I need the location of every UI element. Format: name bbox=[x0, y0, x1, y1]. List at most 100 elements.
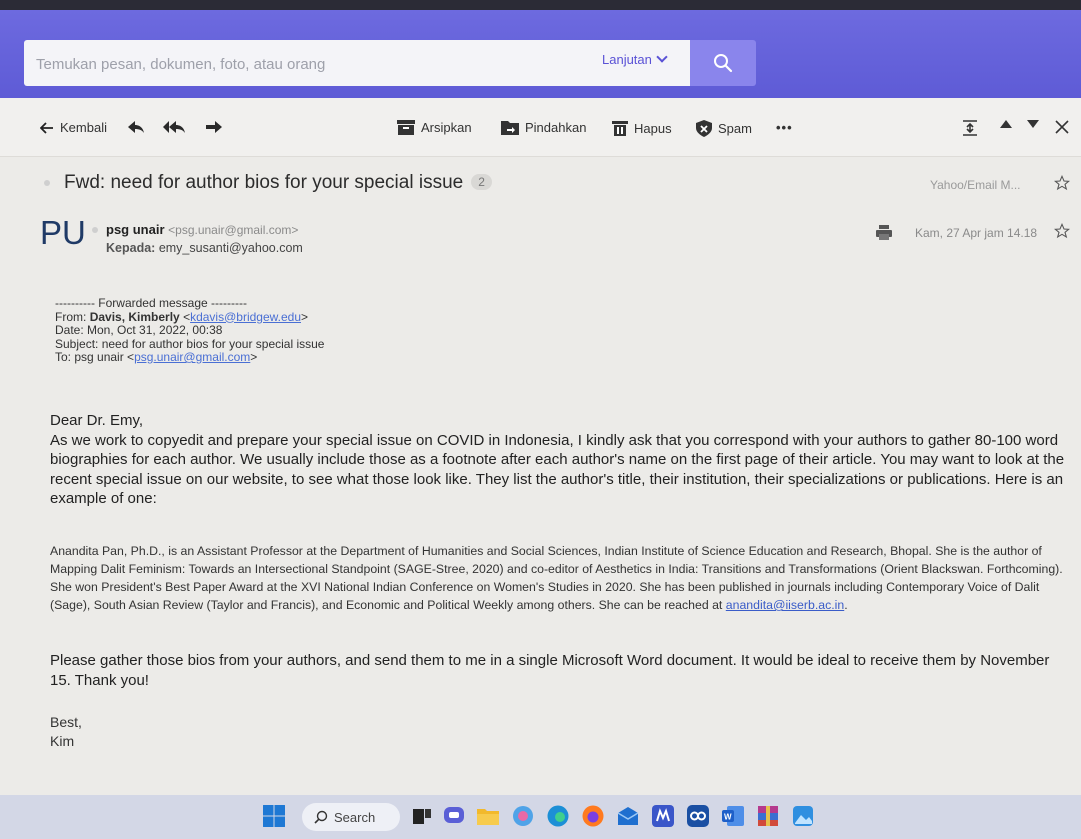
collapse-icon bbox=[963, 120, 977, 136]
thread-count-badge: 2 bbox=[471, 174, 492, 190]
signoff-text: Best, bbox=[50, 714, 82, 730]
reply-button[interactable] bbox=[127, 120, 145, 134]
sender-header: PU psg unair <psg.unair@gmail.com> Kepad… bbox=[0, 210, 1081, 270]
subject-row: Fwd: need for author bios for your speci… bbox=[0, 160, 1081, 204]
back-button[interactable]: Kembali bbox=[40, 120, 107, 135]
print-icon[interactable] bbox=[876, 225, 892, 240]
more-actions-label: ••• bbox=[776, 120, 793, 135]
forwarded-from-name: Davis, Kimberly bbox=[89, 309, 180, 324]
search-icon bbox=[314, 810, 328, 824]
forwarded-to-label: To: psg unair bbox=[55, 350, 124, 364]
greeting: Dear Dr. Emy, bbox=[50, 412, 144, 429]
forwarded-subject-line: Subject: need for author bios for your s… bbox=[55, 336, 325, 351]
body-paragraph: As we work to copyedit and prepare your … bbox=[50, 431, 1065, 508]
message-body: Dear Dr. Emy, As we work to copyedit and… bbox=[50, 411, 1065, 509]
forwarded-from-label: From: bbox=[55, 309, 87, 324]
delete-button[interactable]: Hapus bbox=[612, 120, 672, 136]
search-box: Lanjutan bbox=[24, 40, 690, 88]
example-bio-end: . bbox=[844, 598, 848, 612]
arrow-left-icon bbox=[40, 121, 53, 134]
message-subject: Fwd: need for author bios for your speci… bbox=[64, 172, 492, 194]
recipient-label: Kepada: bbox=[106, 241, 156, 255]
folder-label[interactable]: Yahoo/Email M... bbox=[930, 178, 1020, 192]
firefox-icon[interactable] bbox=[581, 804, 605, 828]
move-button[interactable]: Pindahkan bbox=[501, 120, 586, 135]
forwarded-title: ---------- Forwarded message --------- bbox=[55, 296, 247, 310]
archive-button[interactable]: Arsipkan bbox=[397, 120, 472, 135]
example-bio-text: Anandita Pan, Ph.D., is an Assistant Pro… bbox=[50, 544, 1063, 612]
task-view-icon[interactable] bbox=[410, 804, 434, 828]
star-icon[interactable] bbox=[1054, 223, 1070, 239]
advanced-search-button[interactable]: Lanjutan bbox=[602, 51, 668, 67]
search-button[interactable] bbox=[690, 40, 756, 86]
reply-all-button[interactable] bbox=[163, 120, 187, 134]
delete-label: Hapus bbox=[634, 120, 672, 136]
screen-bezel bbox=[0, 0, 1081, 10]
taskbar-search-button[interactable]: Search bbox=[302, 803, 400, 831]
trash-icon bbox=[612, 121, 628, 136]
chat-icon[interactable] bbox=[442, 804, 466, 828]
more-actions-button[interactable]: ••• bbox=[776, 120, 793, 135]
search-icon bbox=[714, 54, 733, 73]
forwarded-to-line: To: psg unair <psg.unair@gmail.com> bbox=[55, 350, 258, 364]
mail-icon[interactable] bbox=[616, 804, 640, 828]
forwarded-date-line: Date: Mon, Oct 31, 2022, 00:38 bbox=[55, 323, 223, 337]
close-button[interactable] bbox=[1055, 120, 1069, 134]
word-icon[interactable]: W bbox=[721, 804, 745, 828]
next-message-button[interactable] bbox=[1027, 120, 1039, 128]
windows-start-icon[interactable] bbox=[262, 804, 286, 828]
photos-icon[interactable] bbox=[791, 804, 815, 828]
winrar-icon[interactable] bbox=[756, 804, 780, 828]
unread-dot-icon bbox=[44, 180, 50, 186]
archive-icon bbox=[397, 120, 415, 135]
forwarded-from-email-link[interactable]: kdavis@bridgew.edu bbox=[190, 310, 301, 324]
move-label: Pindahkan bbox=[525, 120, 587, 135]
message-date: Kam, 27 Apr jam 14.18 bbox=[915, 226, 1038, 240]
message-toolbar: Kembali Arsipkan Pindahkan Hapus Spam ••… bbox=[0, 98, 1081, 157]
app-m-icon[interactable] bbox=[651, 804, 675, 828]
file-explorer-icon[interactable] bbox=[476, 804, 500, 828]
signoff: Best, Kim bbox=[50, 713, 82, 751]
recipient-line: Kepada: emy_susanti@yahoo.com bbox=[106, 241, 303, 255]
spam-label: Spam bbox=[718, 121, 752, 136]
back-label: Kembali bbox=[60, 120, 107, 135]
closing-paragraph: Please gather those bios from your autho… bbox=[50, 652, 1050, 689]
archive-label: Arsipkan bbox=[421, 120, 472, 135]
signature: Kim bbox=[50, 733, 75, 749]
advanced-search-label: Lanjutan bbox=[602, 52, 652, 67]
star-icon[interactable] bbox=[1054, 175, 1070, 191]
forwarded-to-email-link[interactable]: psg.unair@gmail.com bbox=[134, 350, 250, 364]
copilot-icon[interactable] bbox=[511, 804, 535, 828]
example-email-link[interactable]: anandita@iiserb.ac.in bbox=[726, 598, 844, 612]
reply-all-icon bbox=[163, 121, 185, 133]
forward-icon bbox=[206, 121, 222, 133]
reply-icon bbox=[128, 121, 144, 133]
previous-message-button[interactable] bbox=[1000, 120, 1012, 128]
sender-email: <psg.unair@gmail.com> bbox=[168, 223, 299, 237]
example-bio: Anandita Pan, Ph.D., is an Assistant Pro… bbox=[50, 542, 1070, 614]
edge-browser-icon[interactable] bbox=[546, 804, 570, 828]
folder-move-icon bbox=[501, 121, 519, 135]
top-bar: Lanjutan bbox=[0, 0, 1081, 98]
shield-x-icon bbox=[696, 120, 712, 137]
recipient-address[interactable]: emy_susanti@yahoo.com bbox=[159, 241, 303, 255]
forward-button[interactable] bbox=[205, 120, 223, 134]
svg-text:W: W bbox=[724, 813, 732, 822]
sender-line: psg unair <psg.unair@gmail.com> bbox=[106, 222, 298, 237]
sender-dot-icon bbox=[92, 227, 98, 233]
subject-text: Fwd: need for author bios for your speci… bbox=[64, 172, 464, 193]
search-input[interactable] bbox=[34, 40, 558, 88]
caret-down-icon bbox=[1027, 120, 1039, 128]
expand-button[interactable] bbox=[962, 120, 978, 136]
forwarded-from-line: From: Davis, Kimberly <kdavis@bridgew.ed… bbox=[55, 309, 309, 324]
spam-button[interactable]: Spam bbox=[696, 120, 752, 137]
chevron-down-icon bbox=[656, 51, 668, 63]
avatar: PU bbox=[40, 214, 86, 251]
caret-up-icon bbox=[1000, 120, 1012, 128]
sender-name[interactable]: psg unair bbox=[106, 222, 165, 237]
forwarded-header: ---------- Forwarded message --------- F… bbox=[55, 296, 325, 365]
taskbar: Search W bbox=[0, 795, 1081, 839]
infinity-app-icon[interactable] bbox=[686, 804, 710, 828]
close-icon bbox=[1055, 120, 1069, 134]
taskbar-search-label: Search bbox=[334, 809, 376, 825]
